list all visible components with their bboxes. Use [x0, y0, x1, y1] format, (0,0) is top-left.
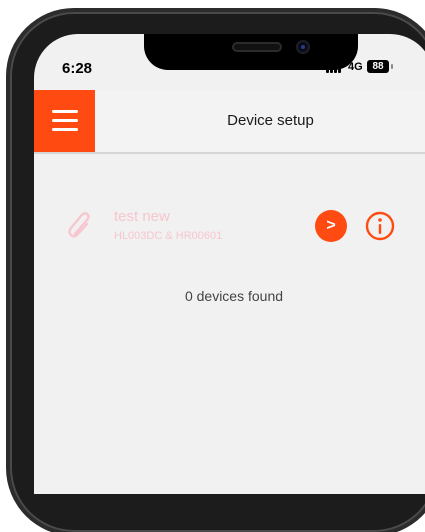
menu-button[interactable] — [34, 90, 95, 152]
paperclip-icon — [68, 212, 90, 238]
app-header: Device setup — [34, 90, 425, 154]
connect-button[interactable]: > — [315, 210, 347, 242]
battery-icon: 88 — [367, 60, 389, 73]
hamburger-icon — [52, 110, 78, 113]
signal-icon — [326, 61, 346, 73]
front-camera — [296, 40, 310, 54]
hamburger-icon — [52, 119, 78, 122]
hamburger-icon — [52, 128, 78, 131]
phone-screen: 6:28 4G 88 Device setup test new HL003DC… — [34, 34, 425, 494]
device-ids: HL003DC & HR00601 — [114, 230, 223, 242]
page-title: Device setup — [227, 112, 314, 129]
status-time: 6:28 — [62, 60, 93, 77]
battery-tip — [391, 64, 393, 69]
network-type: 4G — [348, 61, 363, 73]
device-list-item[interactable]: test new HL003DC & HR00601 > — [34, 202, 425, 252]
speaker-grille — [232, 42, 282, 52]
devices-found-status: 0 devices found — [184, 288, 284, 304]
info-icon[interactable] — [363, 209, 397, 243]
device-name: test new — [114, 208, 170, 225]
